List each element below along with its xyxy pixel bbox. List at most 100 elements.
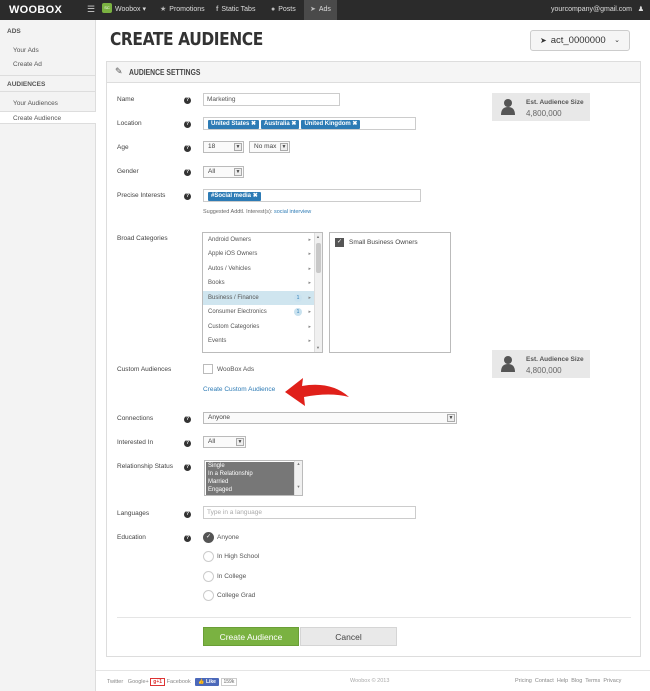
footer-links: Pricing Contact Help Blog Terms Privacy xyxy=(515,678,621,684)
chevron-right-icon: ▸ xyxy=(308,295,311,301)
languages-input[interactable]: Type in a language xyxy=(203,506,416,519)
languages-placeholder: Type in a language xyxy=(207,509,262,516)
sidebar-item-your-audiences[interactable]: Your Audiences xyxy=(13,100,58,107)
interested-in-select[interactable]: All ▼ xyxy=(203,436,246,448)
category-item[interactable]: Apple iOS Owners ▸ xyxy=(203,247,317,261)
woobox-logo[interactable]: WOOBOX xyxy=(9,4,62,16)
precise-interests-input[interactable]: #Social media ✖ xyxy=(203,189,421,202)
name-label: Name xyxy=(117,96,135,103)
sidebar-item-create-audience[interactable]: Create Audience xyxy=(0,111,96,124)
help-icon[interactable]: ? xyxy=(184,145,191,152)
footer-link-terms[interactable]: Terms xyxy=(585,678,600,684)
education-option: College Grad xyxy=(217,592,256,599)
megaphone-icon: ➤ xyxy=(310,6,316,13)
category-scrollbar[interactable]: ▲ ▼ xyxy=(314,233,322,352)
scroll-down-icon[interactable]: ▼ xyxy=(316,345,320,350)
relationship-option[interactable]: Single xyxy=(206,462,294,470)
help-icon[interactable]: ? xyxy=(184,511,191,518)
category-item[interactable]: Android Owners ▸ xyxy=(203,233,317,247)
account-id: act_0000000 xyxy=(550,35,606,46)
help-icon[interactable]: ? xyxy=(184,440,191,447)
checkbox-checked[interactable]: ✓ xyxy=(335,238,344,247)
relationship-status-list[interactable]: Single In a Relationship Married Engaged… xyxy=(204,460,303,496)
education-option: In High School xyxy=(217,553,260,560)
create-custom-audience-link[interactable]: Create Custom Audience xyxy=(203,386,275,393)
menu-icon[interactable]: ☰ xyxy=(87,4,95,15)
cancel-button[interactable]: Cancel xyxy=(300,627,397,646)
audience-size-box: Est. Audience Size 4,800,000 xyxy=(492,93,590,121)
nav-promotions[interactable]: ★ Promotions xyxy=(160,0,205,20)
help-icon[interactable]: ? xyxy=(184,416,191,423)
chevron-down-icon: ⌄ xyxy=(614,37,620,44)
age-min-select[interactable]: 18 ▼ xyxy=(203,141,244,153)
nav-label: Posts xyxy=(278,6,296,13)
relationship-options: Single In a Relationship Married Engaged xyxy=(206,462,294,495)
footer-link-privacy[interactable]: Privacy xyxy=(603,678,621,684)
custom-audiences-label: Custom Audiences xyxy=(117,366,172,373)
category-item[interactable]: Consumer Electronics 1 ▸ xyxy=(203,305,317,319)
scrollbar-thumb[interactable] xyxy=(316,243,321,273)
sidebar-item-your-ads[interactable]: Your Ads xyxy=(13,47,39,54)
google-plus-link[interactable]: Google+ xyxy=(128,679,149,685)
nav-static-tabs[interactable]: f Static Tabs xyxy=(216,0,255,20)
category-item[interactable]: Events ▸ xyxy=(203,334,317,348)
scroll-up-icon[interactable]: ▲ xyxy=(295,461,302,466)
name-input[interactable]: Marketing xyxy=(203,93,340,106)
education-radio[interactable] xyxy=(203,571,214,582)
help-icon[interactable]: ? xyxy=(184,97,191,104)
category-item[interactable]: Books ▸ xyxy=(203,276,317,290)
create-audience-button[interactable]: Create Audience xyxy=(203,627,299,646)
scroll-up-icon[interactable]: ▲ xyxy=(316,234,320,239)
audience-size-box: Est. Audience Size 4,800,000 xyxy=(492,350,590,378)
category-item-selected[interactable]: Business / Finance 1 ▸ xyxy=(203,291,317,305)
help-icon[interactable]: ? xyxy=(184,169,191,176)
app-switcher[interactable]: SC Woobox ▾ xyxy=(102,0,146,20)
gender-value: All xyxy=(208,168,216,175)
education-radio[interactable] xyxy=(203,590,214,601)
location-tag: United Kingdom ✖ xyxy=(301,120,361,129)
nav-ads[interactable]: ➤ Ads xyxy=(304,0,337,20)
footer-link-pricing[interactable]: Pricing xyxy=(515,678,532,684)
education-option: Anyone xyxy=(217,534,240,541)
woobox-ads-checkbox[interactable] xyxy=(203,364,213,374)
user-icon[interactable]: ♟ xyxy=(638,0,644,20)
location-input[interactable]: United States ✖ Australia ✖ United Kingdom… xyxy=(203,117,416,130)
sidebar-item-create-ad[interactable]: Create Ad xyxy=(13,61,42,68)
footer-link-contact[interactable]: Contact xyxy=(535,678,554,684)
copyright: Woobox © 2013 xyxy=(350,678,390,684)
suggested-interest-link[interactable]: social interview xyxy=(274,209,311,215)
selected-category-label: Small Business Owners xyxy=(349,239,418,246)
category-item[interactable]: Autos / Vehicles ▸ xyxy=(203,262,317,276)
connections-select[interactable]: Anyone ▼ xyxy=(203,412,457,424)
comment-icon: ● xyxy=(271,6,276,13)
location-label: Location xyxy=(117,120,142,127)
chevron-right-icon: ▸ xyxy=(308,251,311,257)
interested-in-label: Interested In xyxy=(117,439,154,446)
help-icon[interactable]: ? xyxy=(184,535,191,542)
footer-link-blog[interactable]: Blog xyxy=(571,678,582,684)
facebook-link[interactable]: Facebook xyxy=(167,679,191,685)
facebook-like-button[interactable]: 👍 Like xyxy=(195,678,219,686)
page-title: Create Audience xyxy=(110,29,263,50)
gender-select[interactable]: All ▼ xyxy=(203,166,244,178)
account-dropdown[interactable]: ➤ act_0000000 ⌄ xyxy=(530,30,630,51)
help-icon[interactable]: ? xyxy=(184,193,191,200)
footer-link-help[interactable]: Help xyxy=(557,678,568,684)
chevron-down-icon: ▼ xyxy=(280,143,288,151)
education-radio-selected[interactable]: ✓ xyxy=(203,532,214,543)
education-radio[interactable] xyxy=(203,551,214,562)
nav-posts[interactable]: ● Posts xyxy=(271,0,296,20)
scroll-down-icon[interactable]: ▼ xyxy=(295,484,302,489)
google-plus-one-button[interactable]: g+1 xyxy=(150,678,166,686)
help-icon[interactable]: ? xyxy=(184,464,191,471)
relationship-option[interactable]: Married xyxy=(206,478,294,486)
audience-size-value: 4,800,000 xyxy=(526,366,562,375)
category-item[interactable]: Custom Categories ▸ xyxy=(203,320,317,334)
user-email[interactable]: yourcompany@gmail.com xyxy=(551,0,632,20)
twitter-link[interactable]: Twitter xyxy=(107,679,123,685)
relationship-option[interactable]: Engaged xyxy=(206,486,294,494)
help-icon[interactable]: ? xyxy=(184,121,191,128)
age-max-select[interactable]: No max ▼ xyxy=(249,141,290,153)
relationship-option[interactable]: In a Relationship xyxy=(206,470,294,478)
relationship-scrollbar[interactable]: ▲ ▼ xyxy=(294,461,302,495)
